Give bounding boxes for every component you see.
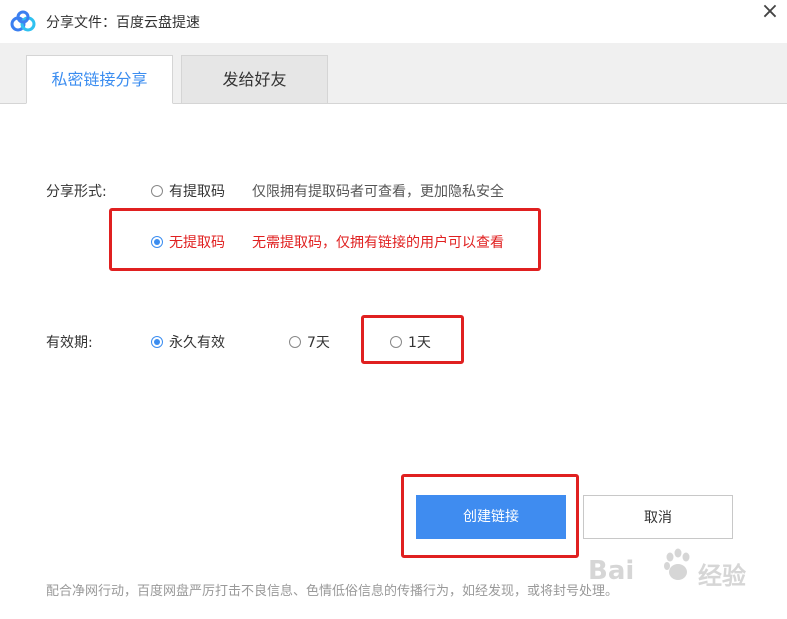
watermark-text-right: 经验: [698, 562, 746, 590]
footer-note: 配合净网行动，百度网盘严厉打击不良信息、色情低俗信息的传播行为，如经发现，或将封…: [46, 584, 619, 599]
radio-checked-icon: [151, 336, 163, 348]
window-title: 分享文件：百度云盘提速: [46, 15, 200, 31]
paw-icon: [664, 548, 690, 580]
highlight-box-share-option: [109, 208, 541, 271]
share-form-label: 分享形式:: [46, 184, 107, 200]
tab-send-to-friend[interactable]: 发给好友: [181, 55, 328, 103]
with-code-description: 仅限拥有提取码者可查看，更加隐私安全: [252, 184, 504, 200]
radio-unchecked-icon: [289, 336, 301, 348]
close-icon[interactable]: ×: [756, 0, 784, 26]
radio-permanent[interactable]: 永久有效: [151, 332, 225, 352]
radio-unchecked-icon: [151, 185, 163, 197]
title-bar: 分享文件：百度云盘提速 ×: [0, 0, 787, 43]
radio-7-days-label: 7天: [307, 335, 330, 351]
tab-bar: 私密链接分享 发给好友: [0, 43, 787, 104]
baidu-netdisk-logo-icon: [10, 10, 36, 32]
baidu-jingyan-watermark: Bai 经验: [588, 540, 768, 600]
radio-with-code-label: 有提取码: [169, 184, 225, 200]
highlight-box-1-day: [361, 315, 464, 364]
radio-with-code[interactable]: 有提取码: [151, 181, 225, 201]
radio-7-days[interactable]: 7天: [289, 332, 330, 352]
watermark-text-left: Bai: [588, 556, 635, 586]
cancel-button[interactable]: 取消: [583, 495, 733, 539]
tab-private-link[interactable]: 私密链接分享: [26, 55, 173, 104]
highlight-box-create-button: [401, 474, 579, 558]
validity-label: 有效期:: [46, 335, 93, 351]
radio-permanent-label: 永久有效: [169, 335, 225, 351]
